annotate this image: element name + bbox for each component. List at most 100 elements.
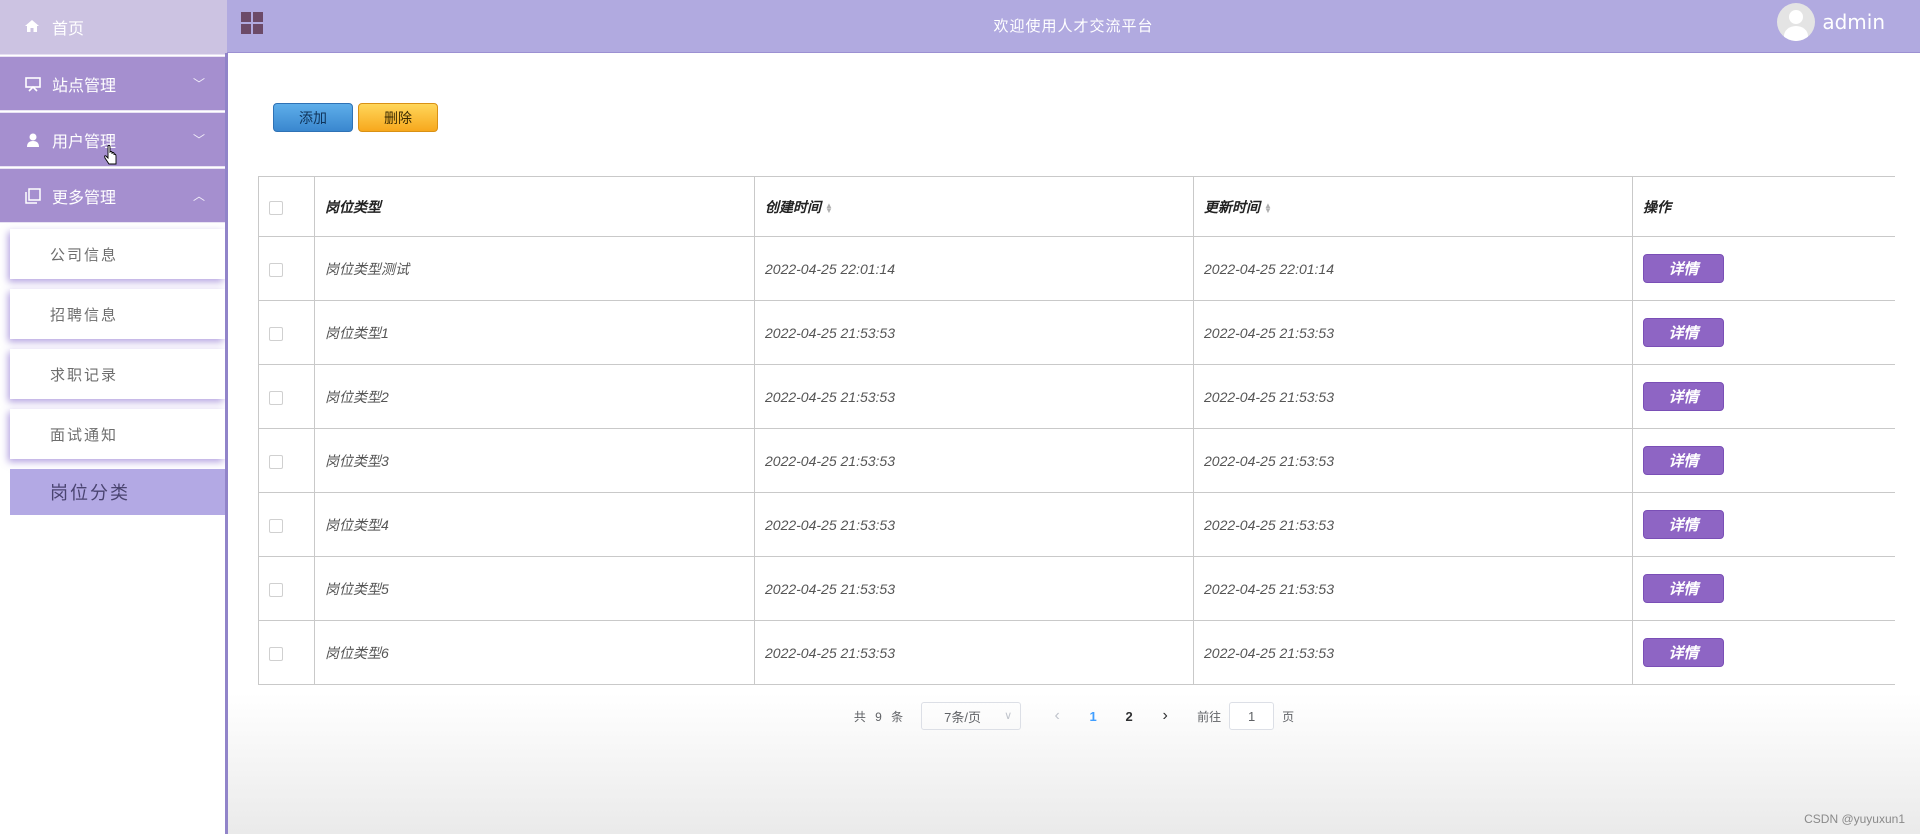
cell-updated: 2022-04-25 22:01:14 [1193,236,1633,301]
avatar [1777,3,1816,41]
cell-type: 岗位类型测试 [314,236,755,301]
top-header: 欢迎使用人才交流平台 admin [227,0,1920,53]
detail-button[interactable]: 详情 [1643,318,1724,347]
cell-created: 2022-04-25 22:01:14 [754,236,1194,301]
goto-page: 前往 页 [1197,702,1294,730]
monitor-icon [24,75,42,93]
sidebar-item-label: 更多管理 [52,187,117,207]
detail-button[interactable]: 详情 [1643,382,1724,411]
cell-created: 2022-04-25 21:53:53 [754,492,1194,557]
cell-actions: 详情 [1632,620,1895,685]
cell-updated: 2022-04-25 21:53:53 [1193,364,1633,429]
user-menu[interactable]: admin [1777,3,1885,41]
delete-button[interactable]: 删除 [358,103,438,132]
sidebar-item-interview-notice[interactable]: 面试通知 [10,409,225,459]
cell-type: 岗位类型3 [314,428,755,493]
row-checkbox[interactable] [269,262,283,277]
row-select-cell [258,236,315,301]
table-row: 岗位类型6 2022-04-25 21:53:53 2022-04-25 21:… [258,620,1895,685]
select-all-checkbox[interactable] [269,200,283,215]
row-checkbox[interactable] [269,326,283,341]
cell-type: 岗位类型5 [314,556,755,621]
cell-created: 2022-04-25 21:53:53 [754,300,1194,365]
sort-icon[interactable]: ▲ ▼ [825,201,833,214]
row-select-cell [258,620,315,685]
row-select-cell [258,492,315,557]
mouse-cursor-icon [104,145,117,165]
username: admin [1822,10,1885,34]
next-page-button[interactable]: › [1147,707,1183,725]
column-label: 更新时间 [1204,198,1260,215]
cell-type: 岗位类型4 [314,492,755,557]
copy-icon [24,187,42,205]
cell-actions: 详情 [1632,556,1895,621]
row-checkbox[interactable] [269,582,283,597]
sidebar: 首页 站点管理 ﹀ 用户管理 ﹀ 更多管理 ︿ 公司信息 招聘信息 求职记录 面… [0,0,227,834]
detail-button[interactable]: 详情 [1643,510,1724,539]
cell-created: 2022-04-25 21:53:53 [754,556,1194,621]
page-number-1[interactable]: 1 [1075,709,1111,724]
column-label: 创建时间 [765,198,821,215]
chevron-down-icon: ∨ [1004,710,1013,722]
user-icon [24,131,42,149]
table-header-row: 岗位类型 创建时间 ▲ ▼ 更新时间 ▲ ▼ 操作 [258,176,1895,237]
cell-actions: 详情 [1632,428,1895,493]
prev-page-button[interactable]: ‹ [1039,707,1075,725]
sidebar-item-job-application-records[interactable]: 求职记录 [10,349,225,399]
add-button[interactable]: 添加 [273,103,353,132]
cell-type: 岗位类型1 [314,300,755,365]
table-row: 岗位类型4 2022-04-25 21:53:53 2022-04-25 21:… [258,492,1895,557]
row-select-cell [258,556,315,621]
cell-actions: 详情 [1632,364,1895,429]
cell-actions: 详情 [1632,492,1895,557]
sidebar-item-more-management[interactable]: 更多管理 ︿ [0,168,227,223]
row-checkbox[interactable] [269,454,283,469]
sidebar-item-label: 首页 [52,19,85,38]
table-row: 岗位类型5 2022-04-25 21:53:53 2022-04-25 21:… [258,556,1895,621]
watermark: CSDN @yuyuxun1 [1804,812,1905,826]
cell-updated: 2022-04-25 21:53:53 [1193,620,1633,685]
row-checkbox[interactable] [269,518,283,533]
column-header-actions: 操作 [1632,176,1895,237]
goto-suffix: 页 [1282,709,1295,724]
sidebar-item-home[interactable]: 首页 [0,0,227,55]
sidebar-item-site-management[interactable]: 站点管理 ﹀ [0,56,227,111]
cell-updated: 2022-04-25 21:53:53 [1193,428,1633,493]
main-content: 添加 删除 岗位类型 创建时间 ▲ ▼ 更新时间 ▲ ▼ 操作 岗位类型测试 2022-… [228,54,1920,834]
cell-created: 2022-04-25 21:53:53 [754,364,1194,429]
detail-button[interactable]: 详情 [1643,638,1724,667]
cell-updated: 2022-04-25 21:53:53 [1193,300,1633,365]
table-row: 岗位类型2 2022-04-25 21:53:53 2022-04-25 21:… [258,364,1895,429]
detail-button[interactable]: 详情 [1643,574,1724,603]
row-select-cell [258,428,315,493]
chevron-up-icon: ︿ [192,189,205,203]
sidebar-item-recruitment-info[interactable]: 招聘信息 [10,289,225,339]
cell-type: 岗位类型2 [314,364,755,429]
row-checkbox[interactable] [269,646,283,661]
row-select-cell [258,300,315,365]
sidebar-item-company-info[interactable]: 公司信息 [10,229,225,279]
row-checkbox[interactable] [269,390,283,405]
cell-updated: 2022-04-25 21:53:53 [1193,556,1633,621]
page-number-2[interactable]: 2 [1111,709,1147,724]
cell-created: 2022-04-25 21:53:53 [754,620,1194,685]
sort-icon[interactable]: ▲ ▼ [1264,201,1272,214]
cell-type: 岗位类型6 [314,620,755,685]
row-select-cell [258,364,315,429]
column-header-updated[interactable]: 更新时间 ▲ ▼ [1193,176,1633,237]
table-row: 岗位类型3 2022-04-25 21:53:53 2022-04-25 21:… [258,428,1895,493]
detail-button[interactable]: 详情 [1643,446,1724,475]
detail-button[interactable]: 详情 [1643,254,1724,283]
cell-updated: 2022-04-25 21:53:53 [1193,492,1633,557]
column-header-created[interactable]: 创建时间 ▲ ▼ [754,176,1194,237]
sidebar-item-job-category[interactable]: 岗位分类 [10,469,225,515]
page-size-select[interactable]: 7条/页 ∨ [921,702,1022,730]
home-icon [24,18,42,36]
goto-page-input[interactable] [1229,702,1275,730]
page-size-value: 7条/页 [944,709,981,725]
chevron-down-icon: ﹀ [192,133,205,147]
sidebar-item-label: 站点管理 [52,75,117,95]
column-header-type: 岗位类型 [314,176,755,237]
cell-created: 2022-04-25 21:53:53 [754,428,1194,493]
pagination-total: 共 9 条 [853,709,907,724]
